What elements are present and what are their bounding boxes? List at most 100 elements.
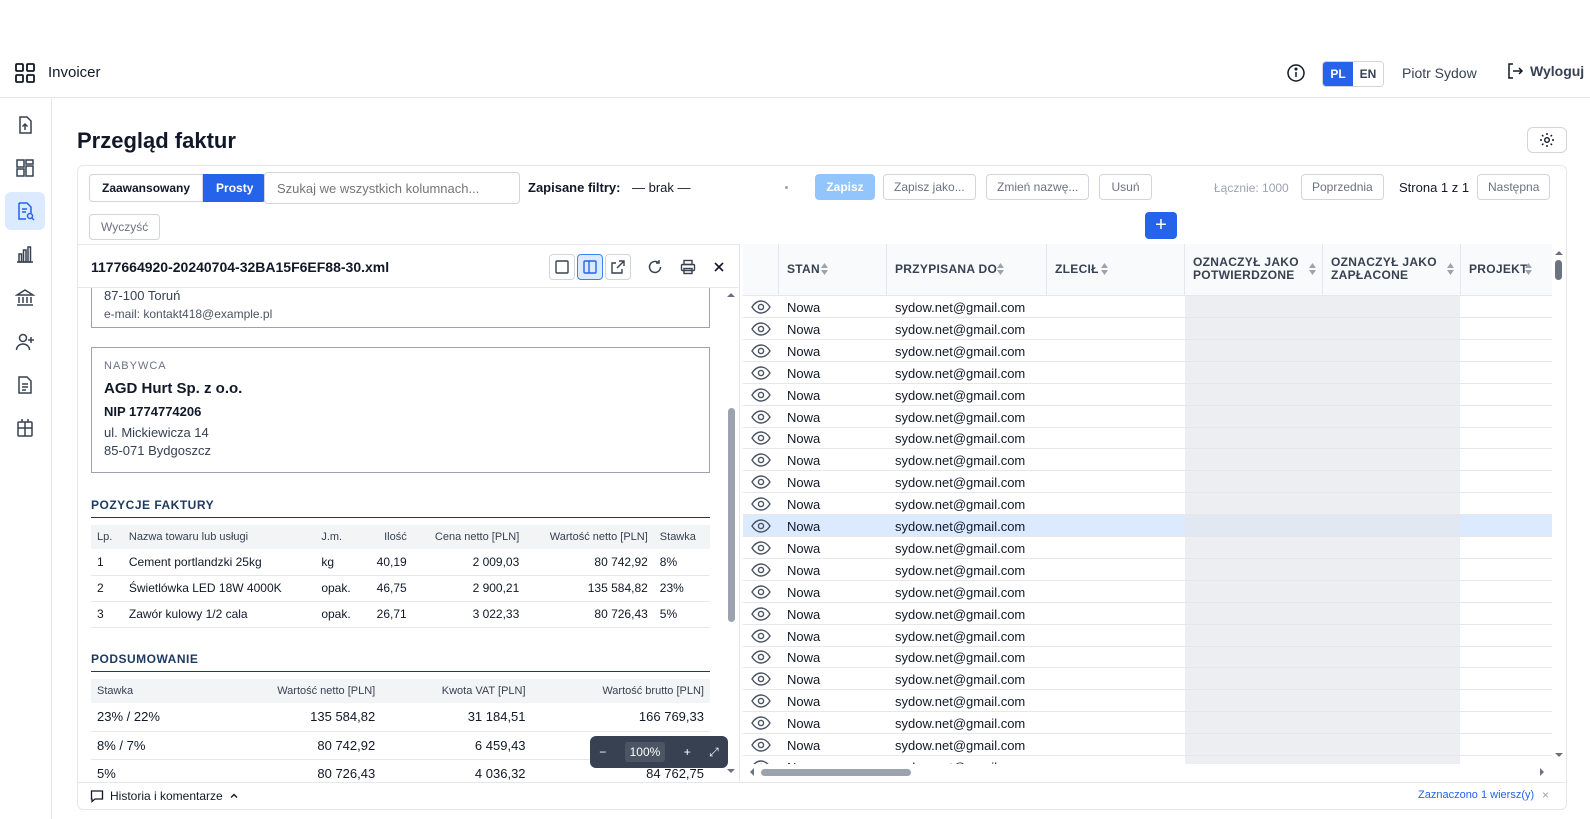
scroll-down-icon[interactable] xyxy=(724,766,738,776)
zoom-in-button[interactable]: + xyxy=(684,745,691,759)
row-status: Nowa xyxy=(787,409,821,425)
eye-icon[interactable] xyxy=(751,693,771,709)
add-button[interactable]: + xyxy=(1145,212,1177,239)
eye-icon[interactable] xyxy=(751,452,771,468)
user-name: Piotr Sydow xyxy=(1402,65,1477,81)
sort-icon[interactable] xyxy=(1309,263,1316,275)
eye-icon[interactable] xyxy=(751,409,771,425)
sidebar-item-reports[interactable] xyxy=(5,235,45,273)
grid-header-zaplacone[interactable]: OZNACZYŁ JAKO ZAPŁACONE xyxy=(1323,244,1461,296)
apps-grid-icon[interactable] xyxy=(14,62,36,84)
file-upload-icon xyxy=(19,116,32,134)
eye-icon[interactable] xyxy=(751,671,771,687)
sort-icon[interactable] xyxy=(997,263,1004,275)
info-icon[interactable] xyxy=(1286,63,1306,83)
grid-hscroll-thumb[interactable] xyxy=(761,769,911,776)
eye-icon[interactable] xyxy=(751,649,771,665)
sort-icon[interactable] xyxy=(1525,263,1532,275)
zoom-out-button[interactable]: − xyxy=(599,745,606,759)
comment-icon xyxy=(90,790,104,803)
sidebar-item-bank[interactable] xyxy=(5,279,45,317)
saved-filters-select[interactable]: — brak — xyxy=(632,180,691,195)
mode-advanced-button[interactable]: Zaawansowany xyxy=(89,174,204,202)
clear-selection-button[interactable]: × xyxy=(1542,788,1549,802)
item-cell: 2 009,03 xyxy=(412,549,526,576)
lang-en-button[interactable]: EN xyxy=(1353,62,1383,86)
history-toggle[interactable]: Historia i komentarze xyxy=(90,789,239,803)
item-cell: 23% xyxy=(653,575,710,602)
save-as-button[interactable]: Zapisz jako... xyxy=(883,174,976,200)
eye-icon[interactable] xyxy=(751,343,771,359)
eye-icon[interactable] xyxy=(751,365,771,381)
single-view-button[interactable] xyxy=(549,254,575,280)
search-input[interactable] xyxy=(264,172,520,204)
prev-page-button[interactable]: Poprzednia xyxy=(1301,174,1384,200)
grid-vertical-scrollbar[interactable] xyxy=(1552,244,1566,764)
next-page-button[interactable]: Następna xyxy=(1477,174,1551,200)
grid-vscroll-thumb[interactable] xyxy=(1555,260,1562,280)
row-status: Nowa xyxy=(787,562,821,578)
grid-horizontal-scrollbar[interactable] xyxy=(743,764,1552,780)
mode-simple-button[interactable]: Prosty xyxy=(203,174,267,202)
scroll-up-icon[interactable] xyxy=(1552,248,1566,258)
delete-filter-button[interactable]: Usuń xyxy=(1099,174,1152,200)
scroll-left-icon[interactable] xyxy=(747,765,757,779)
eye-icon[interactable] xyxy=(751,562,771,578)
scroll-up-icon[interactable] xyxy=(724,290,738,300)
eye-icon[interactable] xyxy=(751,737,771,753)
eye-icon[interactable] xyxy=(751,496,771,512)
fit-screen-button[interactable]: ⤢ xyxy=(709,745,719,760)
item-cell: Świetlówka LED 18W 4000K xyxy=(122,575,316,602)
eye-icon[interactable] xyxy=(751,606,771,622)
refresh-button[interactable] xyxy=(642,254,668,280)
sort-icon[interactable] xyxy=(821,263,828,275)
grid-header-przypisana[interactable]: PRZYPISANA DO xyxy=(887,244,1047,296)
settings-button[interactable] xyxy=(1527,127,1567,153)
sort-icon[interactable] xyxy=(1447,263,1454,275)
row-assignee: sydow.net@gmail.com xyxy=(895,387,1026,403)
item-row: 3 Zawór kulowy 1/2 cala opak. 26,71 3 022,33… xyxy=(91,601,710,628)
row-assignee: sydow.net@gmail.com xyxy=(895,716,1026,732)
save-filter-button[interactable]: Zapisz xyxy=(815,174,875,200)
sidebar-item-invoices[interactable] xyxy=(5,192,45,230)
rename-button[interactable]: Zmień nazwę... xyxy=(986,174,1090,200)
eye-icon[interactable] xyxy=(751,430,771,446)
split-view-button[interactable] xyxy=(577,254,603,280)
sidebar-item-add-user[interactable] xyxy=(5,323,45,361)
buyer-address-line1: ul. Mickiewicza 14 xyxy=(104,425,209,440)
grid-header-stan[interactable]: STAN xyxy=(779,244,887,296)
user-plus-icon xyxy=(15,333,34,351)
eye-icon[interactable] xyxy=(751,628,771,644)
print-button[interactable] xyxy=(675,254,701,280)
grid-header-projekt[interactable]: PROJEKT xyxy=(1461,244,1552,296)
preview-scroll-thumb[interactable] xyxy=(728,408,735,622)
scroll-right-icon[interactable] xyxy=(1537,765,1547,779)
eye-icon[interactable] xyxy=(751,518,771,534)
logout-button[interactable]: Wyloguj xyxy=(1506,62,1584,80)
grid-header-zlecil[interactable]: ZLECIŁ xyxy=(1047,244,1185,296)
scroll-down-icon[interactable] xyxy=(1552,750,1566,760)
buyer-box: NABYWCA AGD Hurt Sp. z o.o. NIP 17747742… xyxy=(91,347,710,473)
lang-pl-button[interactable]: PL xyxy=(1323,62,1353,86)
eye-icon[interactable] xyxy=(751,321,771,337)
row-status: Nowa xyxy=(787,431,821,447)
sort-icon[interactable] xyxy=(1101,263,1108,275)
sidebar-item-projects[interactable] xyxy=(5,409,45,447)
close-preview-button[interactable] xyxy=(706,254,732,280)
eye-icon[interactable] xyxy=(751,584,771,600)
eye-icon[interactable] xyxy=(751,540,771,556)
eye-icon[interactable] xyxy=(751,299,771,315)
sidebar-item-documents[interactable] xyxy=(5,366,45,404)
grid-header-potwierdzone[interactable]: OZNACZYŁ JAKO POTWIERDZONE xyxy=(1185,244,1323,296)
open-external-button[interactable] xyxy=(605,254,631,280)
row-assignee: sydow.net@gmail.com xyxy=(895,628,1026,644)
preview-scrollbar[interactable] xyxy=(724,286,738,778)
clear-button[interactable]: Wyczyść xyxy=(89,214,161,240)
eye-icon[interactable] xyxy=(751,715,771,731)
close-icon xyxy=(714,262,724,272)
eye-icon[interactable] xyxy=(751,387,771,403)
eye-icon[interactable] xyxy=(751,474,771,490)
sidebar-item-dashboard[interactable] xyxy=(5,149,45,187)
summary-cell: 23% / 22% xyxy=(91,703,209,732)
sidebar-item-upload[interactable] xyxy=(5,106,45,144)
